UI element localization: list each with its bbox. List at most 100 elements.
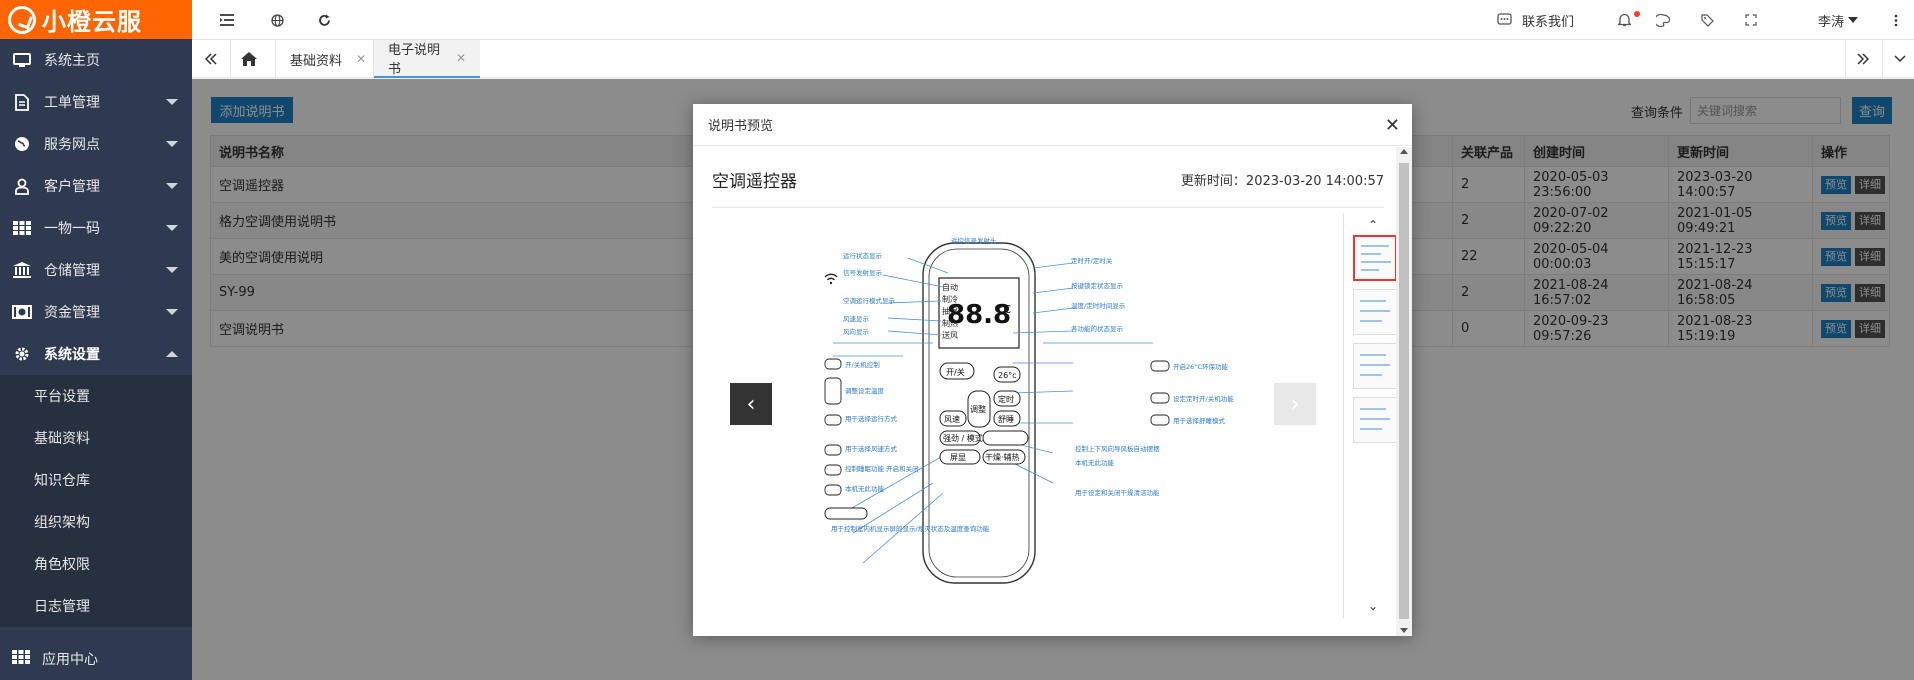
submenu-item-organization[interactable]: 组织架构 [0, 501, 192, 543]
sidebar-item-label: 仓储管理 [44, 263, 100, 279]
chevron-down-icon[interactable] [1891, 50, 1909, 68]
doc-update-time: 更新时间：2023-03-20 14:00:57 [1181, 170, 1384, 189]
thumbnail-page[interactable] [1353, 289, 1397, 335]
annotation-label: 各功能的状态显示 [1071, 324, 1124, 333]
remote-button-label: 屏显 [950, 453, 966, 462]
refresh-icon[interactable] [315, 11, 333, 29]
modal-body: 空调遥控器 更新时间：2023-03-20 14:00:57 88.8 °C 自… [693, 147, 1397, 636]
sidebar-item-settings[interactable]: 系统设置 [0, 333, 192, 375]
tab-divider [1845, 40, 1846, 78]
remote-button-label: 定时 [998, 394, 1014, 404]
doc-update-label: 更新时间： [1180, 174, 1246, 189]
close-icon[interactable]: ✕ [356, 52, 366, 66]
tabs-scroll-right-icon[interactable] [1854, 50, 1872, 68]
document-icon [12, 93, 32, 111]
annotation-label: 调整设定温度 [845, 386, 885, 395]
user-menu-chevron-icon[interactable] [1848, 17, 1858, 23]
chevron-up-icon [166, 351, 178, 357]
wifi-icon [824, 273, 838, 281]
brand-name: 小橙云服 [42, 8, 142, 36]
sidebar-item-label: 一物一码 [44, 221, 100, 237]
sidebar: 小橙云服 系统主页 工单管理 服务网点 客户管理 一物一码 仓储管理 资金管理 … [0, 0, 192, 680]
sidebar-item-home[interactable]: 系统主页 [0, 39, 192, 81]
annotation-label: 遥控信号发射头 [951, 236, 997, 245]
mode-label: 制热 [942, 318, 958, 328]
sidebar-item-warehouse[interactable]: 仓储管理 [0, 249, 192, 291]
fullscreen-icon[interactable] [1742, 11, 1760, 29]
submenu-item-platform[interactable]: 平台设置 [0, 375, 192, 417]
remote-button-label: 干燥·辅热 [985, 452, 1020, 462]
settings-submenu: 平台设置 基础资料 知识仓库 组织架构 角色权限 日志管理 [0, 375, 192, 627]
user-name[interactable]: 李涛 [1818, 11, 1844, 30]
tab-manuals[interactable]: 电子说明书 ✕ [374, 40, 480, 78]
globe-icon [12, 135, 32, 153]
sidebar-item-one-code[interactable]: 一物一码 [0, 207, 192, 249]
tab-label: 基础资料 [290, 53, 343, 69]
thumbnail-page[interactable] [1353, 397, 1397, 443]
annotation-label: 信号发射显示 [843, 268, 883, 277]
tab-label: 电子说明书 [388, 43, 441, 77]
chevron-down-icon [166, 141, 178, 147]
mode-label: 制冷 [942, 294, 958, 304]
next-page-button[interactable]: › [1274, 383, 1316, 425]
chat-icon[interactable] [1495, 11, 1513, 29]
annotation-label: 用于选择运行方式 [845, 414, 898, 423]
annotation-label: 用于选择舒睡模式 [1173, 416, 1226, 425]
logo[interactable]: 小橙云服 [0, 0, 192, 39]
more-vertical-icon[interactable] [1887, 11, 1905, 29]
tab-bar: 基础资料 ✕ 电子说明书 ✕ [192, 40, 1914, 78]
chevron-down-icon [166, 267, 178, 273]
submenu-item-knowledge[interactable]: 知识仓库 [0, 459, 192, 501]
annotation-label: 本机无此功能 [1075, 458, 1115, 467]
logo-icon [8, 5, 36, 34]
modal-title: 说明书预览 [708, 119, 774, 134]
menu-toggle-icon[interactable] [218, 11, 236, 29]
chevron-down-icon[interactable]: ⌄ [1368, 599, 1378, 613]
modal-scrollbar[interactable] [1396, 147, 1412, 636]
sidebar-item-funds[interactable]: 资金管理 [0, 291, 192, 333]
user-icon [12, 177, 32, 195]
tab-divider [1882, 40, 1883, 78]
sidebar-item-apps[interactable]: 应用中心 [0, 638, 192, 680]
globe-icon[interactable] [268, 11, 286, 29]
sidebar-item-label: 系统主页 [44, 53, 100, 69]
sidebar-item-service-points[interactable]: 服务网点 [0, 123, 192, 165]
tab-basic-data[interactable]: 基础资料 ✕ [276, 40, 380, 78]
chevron-down-icon [166, 99, 178, 105]
annotation-label: 按键锁定状态显示 [1071, 281, 1124, 290]
scrollbar-thumb[interactable] [1399, 163, 1409, 619]
annotation-label: 空调运行模式显示 [843, 296, 896, 305]
mode-label: 送风 [942, 330, 958, 340]
home-icon[interactable] [240, 50, 258, 68]
annotation-label: 控制上下风向导风板自动摆摆 [1075, 444, 1160, 453]
divider [712, 207, 1384, 208]
doc-update-value: 2023-03-20 14:00:57 [1245, 174, 1384, 189]
chevron-up-icon[interactable]: ⌃ [1368, 218, 1378, 232]
submenu-item-roles[interactable]: 角色权限 [0, 543, 192, 585]
gear-icon [12, 345, 32, 363]
money-icon [12, 303, 32, 321]
contact-us-link[interactable]: 联系我们 [1522, 11, 1574, 30]
thumbnail-page[interactable] [1353, 343, 1397, 389]
tag-icon[interactable] [1698, 11, 1716, 29]
doc-title: 空调遥控器 [712, 172, 797, 192]
close-icon[interactable]: ✕ [456, 51, 466, 65]
thumbnail-page[interactable] [1353, 235, 1397, 281]
chevron-down-icon [166, 225, 178, 231]
tabs-scroll-left-icon[interactable] [202, 50, 220, 68]
submenu-item-basic-data[interactable]: 基础资料 [0, 417, 192, 459]
close-icon[interactable]: ✕ [1385, 115, 1400, 136]
annotation-label: 本机无此功能 [845, 484, 885, 493]
submenu-item-logs[interactable]: 日志管理 [0, 585, 192, 627]
scroll-down-icon[interactable] [1400, 628, 1408, 633]
bell-icon[interactable] [1615, 11, 1633, 29]
annotation-label: 控制睡眠功能 开启和关闭 [845, 464, 919, 473]
scroll-up-icon[interactable] [1400, 149, 1408, 154]
sidebar-item-customers[interactable]: 客户管理 [0, 165, 192, 207]
annotation-label: 用于设定和关闭干燥清洁功能 [1075, 488, 1160, 497]
remote-button-label: 开/关 [946, 367, 965, 377]
sidebar-item-label: 应用中心 [42, 652, 98, 668]
sidebar-item-workorder[interactable]: 工单管理 [0, 81, 192, 123]
prev-page-button[interactable]: ‹ [730, 383, 772, 425]
theme-icon[interactable] [1654, 11, 1672, 29]
